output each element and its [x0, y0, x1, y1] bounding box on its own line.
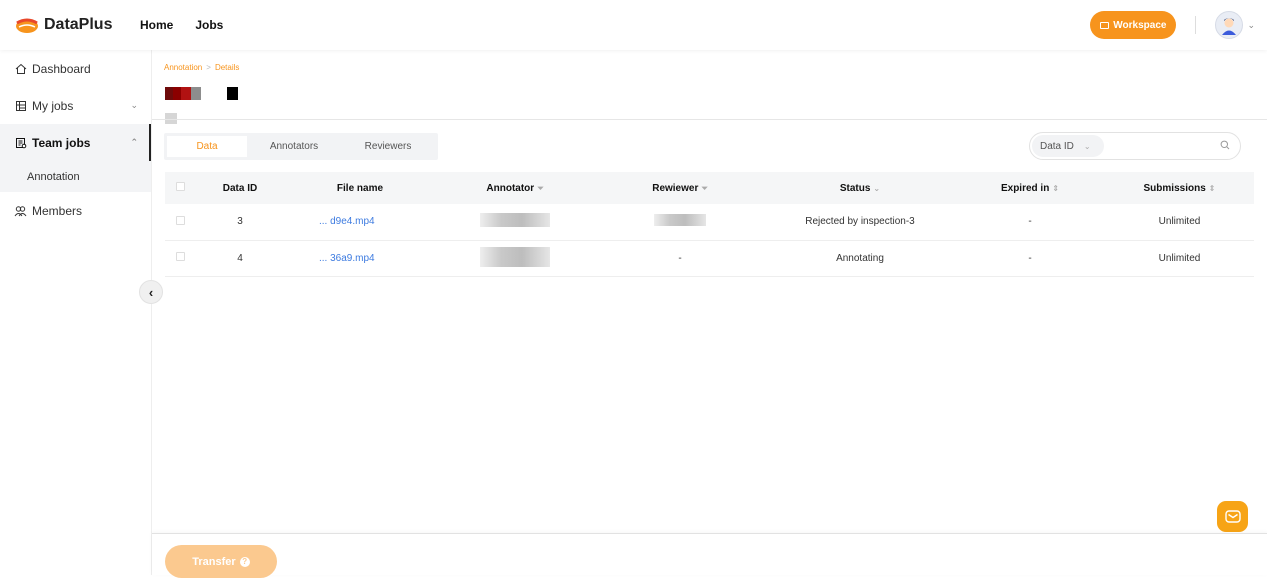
- sidebar-item-team-jobs[interactable]: Team jobs ⌃: [0, 124, 152, 161]
- sidebar-item-members[interactable]: Members: [0, 192, 152, 229]
- cell-data-id: 4: [195, 240, 285, 277]
- chevron-down-icon[interactable]: ⌄: [873, 184, 880, 193]
- col-data-id: Data ID: [222, 182, 258, 194]
- chevron-down-icon: ⌄: [1083, 141, 1091, 151]
- breadcrumb: Annotation > Details: [164, 63, 239, 72]
- divider: [1195, 16, 1197, 34]
- col-reviewer-label: Rewiewer: [652, 182, 699, 194]
- col-expired-in: Expired in ⇕: [955, 172, 1105, 204]
- select-all-checkbox[interactable]: [175, 182, 185, 191]
- row-checkbox[interactable]: [175, 215, 185, 225]
- chevron-down-icon: ⌄: [130, 100, 138, 110]
- breadcrumb-details: Details: [214, 63, 240, 72]
- avatar[interactable]: [1215, 11, 1244, 39]
- help-icon[interactable]: ?: [239, 556, 250, 567]
- tab-data[interactable]: Data: [167, 136, 247, 157]
- col-submissions: Submissions ⇕: [1105, 172, 1254, 204]
- nav-home[interactable]: Home: [140, 18, 173, 32]
- team-jobs-icon: [14, 136, 27, 149]
- col-reviewer: Rewiewer ⏷: [595, 172, 765, 204]
- divider: [152, 119, 1267, 120]
- app-name: DataPlus: [44, 16, 113, 33]
- home-icon: [14, 62, 27, 75]
- filter-icon[interactable]: ⏷: [701, 184, 707, 193]
- sidebar-item-label: Members: [32, 203, 83, 218]
- search-field-label: Data ID: [1040, 140, 1074, 152]
- sort-icon[interactable]: ⇕: [1052, 184, 1059, 193]
- col-expired-label: Expired in: [1000, 182, 1050, 194]
- search-field-select[interactable]: Data ID ⌄: [1032, 135, 1104, 157]
- col-annotator: Annotator ⏷: [435, 172, 595, 204]
- sidebar-item-label: My jobs: [32, 98, 74, 113]
- jobs-icon: [14, 99, 27, 112]
- breadcrumb-separator: >: [206, 63, 211, 72]
- cell-reviewer: -: [595, 240, 765, 277]
- top-bar: DataPlus Home Jobs Workspace ⌄: [0, 0, 1267, 50]
- chevron-left-icon: ‹: [148, 284, 154, 300]
- table-row: 4 ... 36a9.mp4 - Annotating - Unlimited: [165, 240, 1254, 277]
- workspace-button[interactable]: Workspace: [1090, 11, 1177, 39]
- sidebar-subitem-annotation[interactable]: Annotation: [0, 161, 152, 192]
- cell-status: Rejected by inspection-3: [765, 204, 955, 241]
- col-status: Status ⌄: [765, 172, 955, 204]
- workspace-label: Workspace: [1113, 19, 1167, 31]
- breadcrumb-annotation[interactable]: Annotation: [164, 63, 202, 72]
- annotator-redacted: [480, 246, 550, 267]
- search-box: Data ID ⌄: [1029, 132, 1241, 160]
- row-checkbox[interactable]: [175, 252, 185, 261]
- tab-bar: Data Annotators Reviewers: [164, 133, 438, 160]
- col-status-label: Status: [839, 182, 871, 194]
- cell-expired-in: -: [955, 240, 1105, 277]
- col-file-name: File name: [336, 182, 384, 194]
- tab-annotators[interactable]: Annotators: [247, 136, 341, 157]
- search-input[interactable]: [1110, 140, 1220, 152]
- reviewer-redacted: [654, 214, 706, 227]
- top-nav: Home Jobs: [140, 18, 223, 32]
- cell-submissions: Unlimited: [1105, 240, 1254, 277]
- sort-icon[interactable]: ⇕: [1209, 184, 1216, 193]
- user-avatar-icon: [1222, 18, 1237, 35]
- file-link[interactable]: ... d9e4.mp4: [319, 216, 375, 227]
- mail-icon: [1224, 510, 1241, 523]
- transfer-button[interactable]: Transfer ?: [165, 545, 277, 578]
- transfer-label: Transfer: [192, 555, 236, 568]
- bottom-action-bar: Transfer ?: [152, 533, 1267, 578]
- main-content: Annotation > Details Data Annotators Rev…: [152, 50, 1267, 575]
- tab-reviewers[interactable]: Reviewers: [341, 136, 435, 157]
- message-button[interactable]: [1217, 501, 1248, 532]
- sidebar: Dashboard My jobs ⌄ Team jobs ⌃ Annotati…: [0, 50, 152, 575]
- logo[interactable]: DataPlus: [14, 15, 140, 35]
- col-annotator-label: Annotator: [486, 182, 535, 194]
- chevron-down-icon[interactable]: ⌄: [1247, 20, 1255, 31]
- members-icon: [14, 204, 27, 217]
- search-icon[interactable]: [1220, 140, 1230, 153]
- sidebar-item-label: Dashboard: [32, 61, 91, 76]
- col-submissions-label: Submissions: [1143, 182, 1206, 194]
- cell-data-id: 3: [195, 204, 285, 241]
- cell-expired-in: -: [955, 204, 1105, 241]
- sidebar-item-my-jobs[interactable]: My jobs ⌄: [0, 87, 152, 124]
- annotator-redacted: [480, 213, 550, 228]
- chevron-up-icon: ⌃: [130, 137, 138, 147]
- table-header-row: Data ID File name Annotator ⏷ Rewiewer ⏷ S…: [165, 172, 1254, 204]
- sidebar-item-dashboard[interactable]: Dashboard: [0, 50, 152, 87]
- workspace-icon: [1100, 21, 1110, 29]
- sidebar-item-label: Team jobs: [32, 135, 91, 150]
- header-right: Workspace ⌄: [1090, 11, 1255, 39]
- nav-jobs[interactable]: Jobs: [195, 18, 223, 32]
- cell-status: Annotating: [765, 240, 955, 277]
- cell-submissions: Unlimited: [1105, 204, 1254, 241]
- collapse-sidebar-button[interactable]: ‹: [139, 280, 163, 304]
- filter-icon[interactable]: ⏷: [537, 184, 543, 193]
- dataplus-logo-icon: [16, 18, 38, 33]
- page-title-redacted: [165, 87, 238, 100]
- data-table: Data ID File name Annotator ⏷ Rewiewer ⏷ S…: [165, 172, 1254, 277]
- file-link[interactable]: ... 36a9.mp4: [319, 253, 375, 264]
- table-row: 3 ... d9e4.mp4 Rejected by inspection-3 …: [165, 204, 1254, 241]
